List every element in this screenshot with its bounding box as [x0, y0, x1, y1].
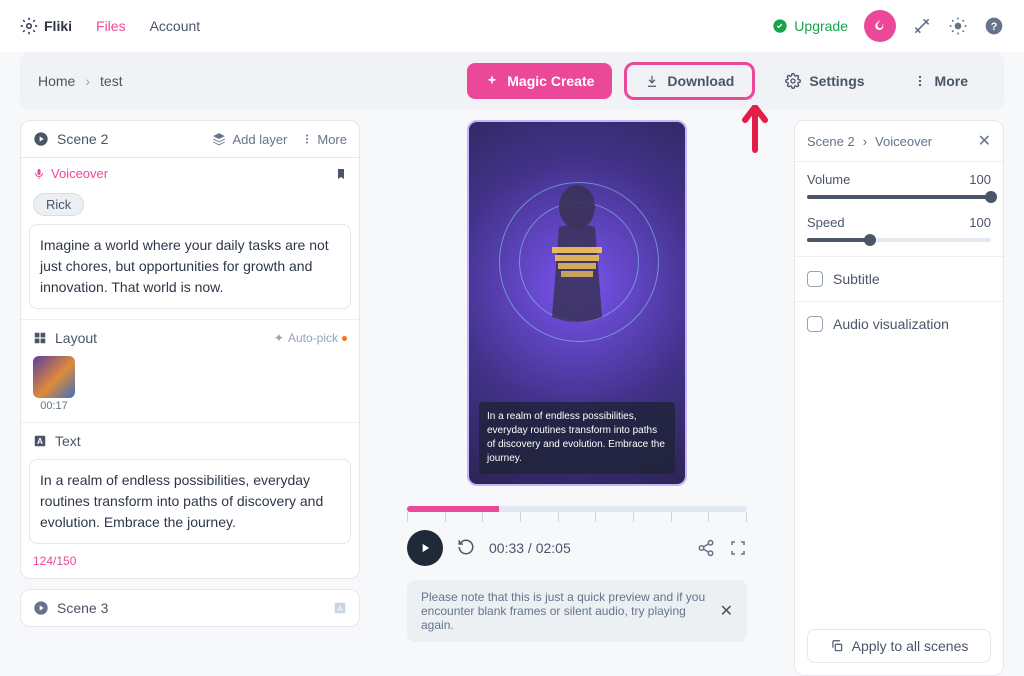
scene-card-3[interactable]: Scene 3 A [20, 589, 360, 627]
play-circle-icon [33, 600, 49, 616]
scene-card-2: Scene 2 Add layer More Voiceover [20, 120, 360, 579]
scenes-column: Scene 2 Add layer More Voiceover [20, 120, 360, 676]
topbar-left: Fliki Files Account [20, 17, 200, 35]
more-button[interactable]: More [895, 63, 986, 99]
time-display: 00:33 / 02:05 [489, 540, 571, 556]
copy-icon [830, 639, 844, 653]
dots-vertical-icon [301, 133, 313, 145]
add-layer-button[interactable]: Add layer [212, 132, 287, 147]
dots-vertical-icon [913, 74, 927, 88]
layers-icon [212, 132, 226, 146]
download-icon [645, 74, 659, 88]
bookmark-icon[interactable] [335, 168, 347, 180]
autopick-button[interactable]: ✦ Auto-pick [274, 331, 347, 345]
speed-row: Speed100 [795, 205, 1003, 256]
play-button[interactable] [407, 530, 443, 566]
apply-all-button[interactable]: Apply to all scenes [807, 629, 991, 663]
layout-section: Layout ✦ Auto-pick [21, 319, 359, 356]
playbar: 00:33 / 02:05 [407, 530, 747, 566]
volume-slider[interactable] [807, 195, 991, 199]
preview-column: In a realm of endless possibilities, eve… [374, 120, 780, 676]
topbar-right: Upgrade ? [772, 10, 1004, 42]
play-circle-icon [33, 131, 49, 147]
close-icon[interactable]: ✕ [720, 601, 733, 621]
mic-icon [33, 168, 45, 180]
share-icon[interactable] [697, 539, 715, 557]
text-counter: 124/150 [21, 554, 359, 578]
text-icon: A [33, 434, 47, 448]
replay-icon [457, 538, 475, 556]
sparkle-icon [485, 74, 499, 88]
thumb-duration: 00:17 [33, 400, 75, 412]
download-button[interactable]: Download [624, 62, 755, 100]
nav-account[interactable]: Account [150, 18, 201, 34]
upgrade-button[interactable]: Upgrade [772, 18, 848, 34]
play-icon [418, 541, 432, 555]
scene-title[interactable]: Scene 2 [33, 131, 108, 147]
audiovis-row[interactable]: Audio visualization [795, 301, 1003, 346]
main: Scene 2 Add layer More Voiceover [0, 120, 1024, 676]
help-icon[interactable]: ? [984, 16, 1004, 36]
gear-icon [785, 73, 801, 89]
layout-thumbnail[interactable] [33, 356, 75, 398]
checkbox[interactable] [807, 271, 823, 287]
breadcrumb-home[interactable]: Home [38, 73, 75, 89]
svg-text:?: ? [991, 21, 998, 33]
voiceover-head[interactable]: Voiceover [21, 158, 359, 189]
text-section: A Text [21, 422, 359, 459]
arrow-annotation [740, 105, 770, 158]
layout-icon [33, 331, 47, 345]
scene-more-button[interactable]: More [301, 132, 347, 147]
preview-caption: In a realm of endless possibilities, eve… [479, 402, 675, 474]
brand-logo[interactable]: Fliki [20, 17, 72, 35]
theme-icon[interactable] [948, 16, 968, 36]
timeline[interactable] [407, 506, 747, 522]
preview-notice: Please note that this is just a quick pr… [407, 580, 747, 642]
chevron-right-icon: › [85, 73, 90, 89]
settings-button[interactable]: Settings [767, 63, 882, 99]
checkbox[interactable] [807, 316, 823, 332]
verified-icon [772, 18, 788, 34]
svg-text:A: A [37, 437, 43, 446]
voiceover-textbox[interactable]: Imagine a world where your daily tasks a… [29, 224, 351, 309]
text-textbox[interactable]: In a realm of endless possibilities, eve… [29, 459, 351, 544]
replay-button[interactable] [457, 538, 475, 559]
fullscreen-icon[interactable] [729, 539, 747, 557]
properties-panel: Scene 2 › Voiceover ✕ Volume100 Speed100… [794, 120, 1004, 676]
preview-figure [517, 177, 637, 357]
magic-create-button[interactable]: Magic Create [467, 63, 612, 99]
nav-files[interactable]: Files [96, 18, 126, 34]
text-icon: A [333, 601, 347, 615]
tools-icon[interactable] [912, 16, 932, 36]
panel-breadcrumb: Scene 2 › Voiceover ✕ [795, 121, 1003, 162]
speed-slider[interactable] [807, 238, 991, 242]
scene-head: Scene 2 Add layer More [21, 121, 359, 158]
toolbar-actions: Magic Create Download Settings More [467, 62, 986, 100]
breadcrumb-current: test [100, 73, 123, 89]
close-icon[interactable]: ✕ [978, 131, 991, 151]
flame-button[interactable] [864, 10, 896, 42]
subtitle-row[interactable]: Subtitle [795, 256, 1003, 301]
topbar: Fliki Files Account Upgrade ? [0, 0, 1024, 52]
gear-icon [20, 17, 38, 35]
flame-icon [872, 18, 888, 34]
voice-chip[interactable]: Rick [33, 193, 84, 216]
toolbar: Home › test Magic Create Download Settin… [20, 52, 1004, 110]
video-preview[interactable]: In a realm of endless possibilities, eve… [467, 120, 687, 486]
chevron-right-icon: › [863, 134, 867, 149]
volume-row: Volume100 [795, 162, 1003, 205]
breadcrumb: Home › test [38, 73, 123, 89]
scene-actions: Add layer More [212, 132, 347, 147]
